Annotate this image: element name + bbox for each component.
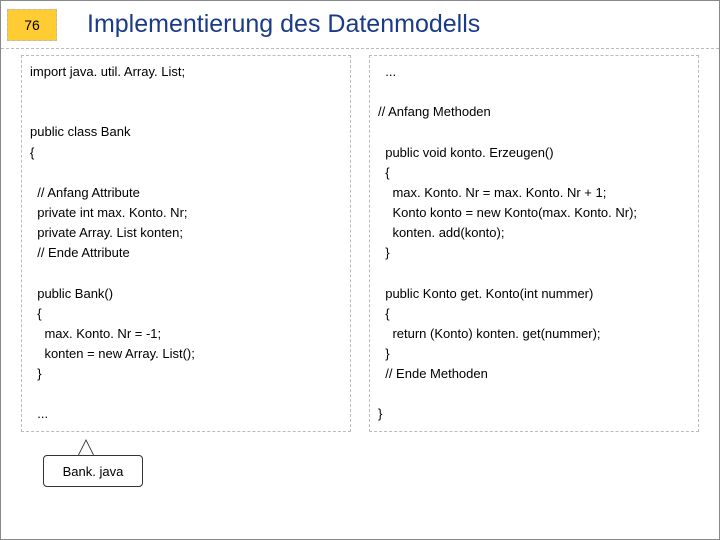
code-box-left: import java. util. Array. List; public c… xyxy=(21,55,351,432)
page-number-box: 76 xyxy=(7,9,57,41)
code-box-right: ... // Anfang Methoden public void konto… xyxy=(369,55,699,432)
code-row: import java. util. Array. List; public c… xyxy=(1,49,719,432)
slide-title: Implementierung des Datenmodells xyxy=(87,10,480,39)
slide: 76 Implementierung des Datenmodells impo… xyxy=(0,0,720,540)
callout-tail xyxy=(79,441,93,455)
filename-callout: Bank. java xyxy=(43,455,143,487)
slide-header: 76 Implementierung des Datenmodells xyxy=(1,1,719,49)
callout-label: Bank. java xyxy=(63,464,124,479)
page-number: 76 xyxy=(24,17,40,33)
